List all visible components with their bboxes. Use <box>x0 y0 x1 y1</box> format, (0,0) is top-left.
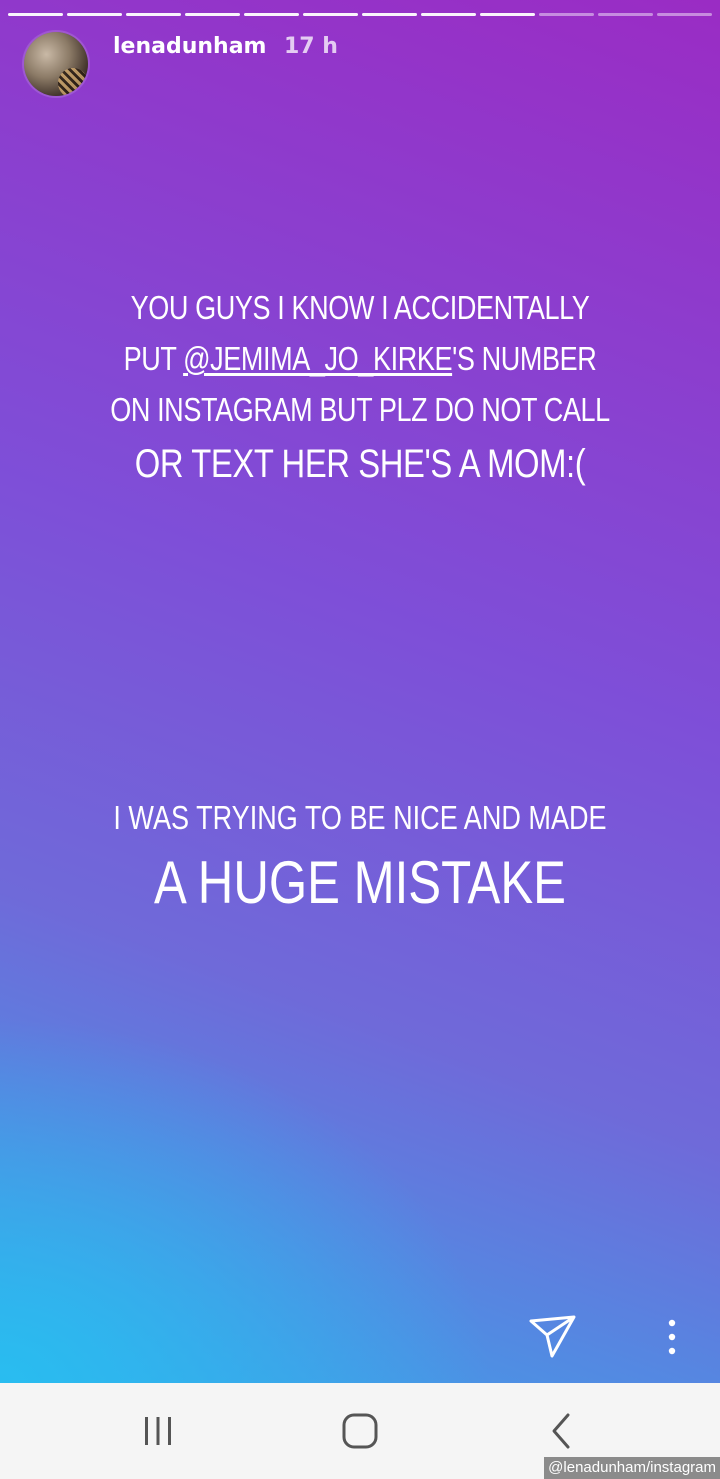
progress-segment <box>303 13 358 16</box>
caption-line: ON INSTAGRAM BUT PLZ DO NOT CALL <box>110 391 610 428</box>
progress-segment <box>421 13 476 16</box>
caption-line: I WAS TRYING TO BE NICE AND MADE <box>113 799 607 836</box>
caption-text: PUT <box>123 340 184 377</box>
caption-line: YOU GUYS I KNOW I ACCIDENTALLY <box>130 289 590 326</box>
progress-segment <box>480 13 535 16</box>
send-icon[interactable] <box>528 1311 578 1361</box>
caption-line: PUT @JEMIMA_JO_KIRKE'S NUMBER <box>65 333 655 384</box>
progress-segment <box>126 13 181 16</box>
caption-line: OR TEXT HER SHE'S A MOM:( <box>134 442 586 486</box>
progress-segment <box>67 13 122 16</box>
user-mention-link[interactable]: @JEMIMA_JO_KIRKE <box>183 340 452 377</box>
progress-segment <box>657 13 712 16</box>
progress-segment <box>362 13 417 16</box>
story-view[interactable]: lenadunham 17 h YOU GUYS I KNOW I ACCIDE… <box>0 0 720 1383</box>
recent-apps-icon[interactable] <box>136 1409 180 1453</box>
story-caption-2: I WAS TRYING TO BE NICE AND MADE A HUGE … <box>65 793 655 923</box>
profile-avatar[interactable] <box>24 32 88 96</box>
back-icon[interactable] <box>540 1409 584 1453</box>
caption-headline: A HUGE MISTAKE <box>154 849 566 916</box>
progress-segment <box>539 13 594 16</box>
progress-segment <box>598 13 653 16</box>
more-vertical-icon[interactable] <box>660 1314 684 1360</box>
story-progress-bar <box>8 13 712 16</box>
progress-segment <box>185 13 240 16</box>
progress-segment <box>244 13 299 16</box>
story-caption-1: YOU GUYS I KNOW I ACCIDENTALLY PUT @JEMI… <box>65 282 655 493</box>
home-icon[interactable] <box>338 1409 382 1453</box>
image-credit: @lenadunham/instagram <box>544 1457 720 1479</box>
post-timestamp: 17 h <box>284 34 338 59</box>
username[interactable]: lenadunham <box>113 34 266 60</box>
caption-text: 'S NUMBER <box>452 340 597 377</box>
progress-segment <box>8 13 63 16</box>
